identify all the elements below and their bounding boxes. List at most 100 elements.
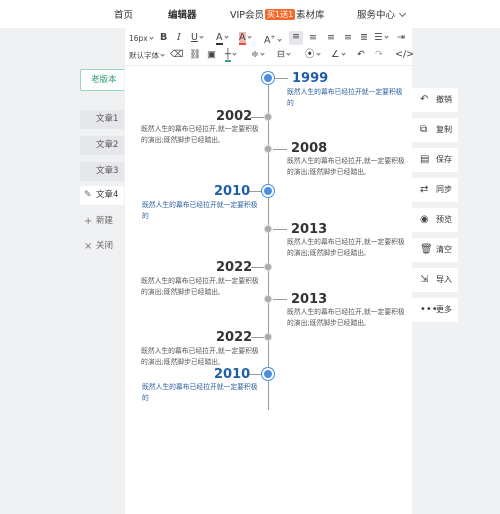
nav-editor[interactable]: 编辑器 <box>168 7 197 21</box>
timeline-dot <box>264 113 272 121</box>
import-icon: ⇲ <box>420 274 429 285</box>
sync-button[interactable]: ⇄ 同步 <box>412 178 458 202</box>
timeline-year: 2013 <box>291 222 328 237</box>
vip-badge: 买1送1 <box>265 9 296 20</box>
preview-button[interactable]: ◉ 预览 <box>412 208 458 232</box>
link-icon[interactable]: ⛓ <box>189 49 201 61</box>
align-left-icon[interactable]: ≡ <box>289 31 303 45</box>
timeline-connector <box>251 267 264 268</box>
font-family-value: 默认字体 <box>129 51 159 60</box>
timeline-year: 2010 <box>214 367 251 382</box>
list-icon[interactable]: ☰ <box>374 32 389 44</box>
timeline-desc: 既然人生的幕布已经拉开,就一定要积极的演出;既然脚步已经踏出, <box>141 347 259 366</box>
timeline-desc: 既然人生的幕布已经拉开,就一定要积极的演出;既然脚步已经踏出, <box>287 308 405 327</box>
timeline-connector <box>273 229 287 230</box>
sidebar-article-2[interactable]: 文章2 <box>80 136 124 155</box>
article-label: 文章4 <box>96 190 119 200</box>
redo-icon[interactable]: ↷ <box>375 49 383 61</box>
nav-service-label: 服务中心 <box>357 10 396 21</box>
timeline-desc: 既然人生的幕布已经拉开,就一定要积极的演出;既然脚步已经踏出, <box>287 157 405 176</box>
highlight-color-icon[interactable]: A <box>239 32 252 45</box>
sidebar-article-1[interactable]: 文章1 <box>80 110 124 129</box>
location-icon[interactable]: ⦿ <box>305 49 321 61</box>
undo-icon[interactable]: ↶ <box>357 49 365 61</box>
chevron-down-icon <box>398 9 407 18</box>
save-icon: ▤ <box>420 154 430 165</box>
spacing-icon[interactable]: ⊟ <box>277 49 291 61</box>
sync-label: 同步 <box>436 185 452 194</box>
timeline-dot <box>264 145 272 153</box>
timeline-desc: 既然人生的幕布已经拉开,就一定要积极的演出;既然脚步已经踏出, <box>287 238 405 257</box>
font-size-select[interactable]: 16px <box>129 33 154 45</box>
align-justify-icon[interactable]: ≡ <box>344 32 352 44</box>
copy-icon: ⧉ <box>420 124 428 135</box>
plus-icon: + <box>84 216 93 227</box>
edit-icon: ✎ <box>84 190 92 200</box>
editor-page: 16px B I U A A A+ ≡ ≡ ≡ ≡ ≣ ☰ ⇥ 默认字体 ⌫ ⛓… <box>125 28 414 514</box>
close-article-button[interactable]: × 关闭 <box>80 237 124 256</box>
italic-icon[interactable]: I <box>177 32 181 44</box>
nav-materials[interactable]: 素材库 <box>296 7 325 21</box>
copy-label: 复制 <box>436 125 452 134</box>
font-size-value: 16px <box>129 34 148 43</box>
nav-service[interactable]: 服务中心 <box>357 7 407 21</box>
timeline-desc: 既然人生的幕布已经拉开就一定要积极的 <box>287 88 403 107</box>
nav-vip-label: VIP会员 <box>230 10 265 21</box>
import-button[interactable]: ⇲ 导入 <box>412 268 458 292</box>
timeline-connector <box>251 337 264 338</box>
expand-icon[interactable]: ⇥ <box>397 32 405 44</box>
more-label: 更多 <box>436 305 452 314</box>
new-article-button[interactable]: + 新建 <box>80 212 124 231</box>
divider-color-icon[interactable]: ┼ <box>225 49 237 62</box>
indent-icon[interactable]: ≣ <box>360 32 368 44</box>
nav-vip[interactable]: VIP会员 买1送1 <box>230 7 296 21</box>
underline-icon[interactable]: U <box>191 32 204 44</box>
align-center-icon[interactable]: ≡ <box>309 32 317 44</box>
timeline-year: 2022 <box>216 330 253 345</box>
nav-home[interactable]: 首页 <box>114 7 133 21</box>
top-nav: 首页 编辑器 VIP会员 买1送1 素材库 服务中心 <box>0 0 500 28</box>
timeline-desc: 既然人生的幕布已经拉开就一定要积极的 <box>142 383 258 402</box>
timeline-connector <box>273 149 287 150</box>
bold-icon[interactable]: B <box>160 32 167 44</box>
timeline-desc: 既然人生的幕布已经拉开,就一定要积极的演出;既然脚步已经踏出, <box>141 125 259 144</box>
old-version-button[interactable]: 老版本 <box>80 69 124 91</box>
eraser-icon[interactable]: ⌫ <box>170 49 183 61</box>
caret-down-icon <box>149 35 154 40</box>
code-icon[interactable]: </> <box>395 49 414 61</box>
text-style-icon[interactable]: A+ <box>264 32 282 47</box>
article-label: 文章3 <box>96 166 119 176</box>
close-label: 关闭 <box>96 241 114 251</box>
undo-icon: ↶ <box>420 94 429 105</box>
more-button[interactable]: ••• 更多 <box>412 298 458 322</box>
line-height-icon[interactable]: ≑ <box>251 49 265 61</box>
timeline-year: 2008 <box>291 141 328 156</box>
angle-icon[interactable]: ∠ <box>331 49 346 61</box>
timeline-dot <box>262 368 274 380</box>
copy-button[interactable]: ⧉ 复制 <box>412 118 458 142</box>
clear-button[interactable]: 🗑 清空 <box>412 238 458 262</box>
timeline-dot <box>264 225 272 233</box>
undo-button[interactable]: ↶ 撤销 <box>412 88 458 112</box>
font-family-select[interactable]: 默认字体 <box>129 50 165 62</box>
close-icon: × <box>84 241 93 252</box>
more-icon: ••• <box>420 304 438 315</box>
timeline-year: 2002 <box>216 109 253 124</box>
timeline-dot <box>262 185 274 197</box>
sidebar-article-3[interactable]: 文章3 <box>80 162 124 181</box>
new-label: 新建 <box>96 216 114 226</box>
timeline-dot <box>264 295 272 303</box>
caret-down-icon <box>160 52 165 57</box>
timeline-dot <box>262 72 274 84</box>
align-right-icon[interactable]: ≡ <box>327 32 335 44</box>
save-button[interactable]: ▤ 保存 <box>412 148 458 172</box>
timeline-year: 2013 <box>291 292 328 307</box>
timeline-connector <box>251 117 264 118</box>
article-label: 文章1 <box>96 114 119 124</box>
sidebar-article-4[interactable]: ✎ 文章4 <box>80 186 124 205</box>
timeline-axis <box>268 76 269 410</box>
sync-icon: ⇄ <box>420 184 429 195</box>
preview-label: 预览 <box>436 215 452 224</box>
font-color-icon[interactable]: A <box>216 32 229 45</box>
image-icon[interactable]: ▣ <box>207 49 216 61</box>
